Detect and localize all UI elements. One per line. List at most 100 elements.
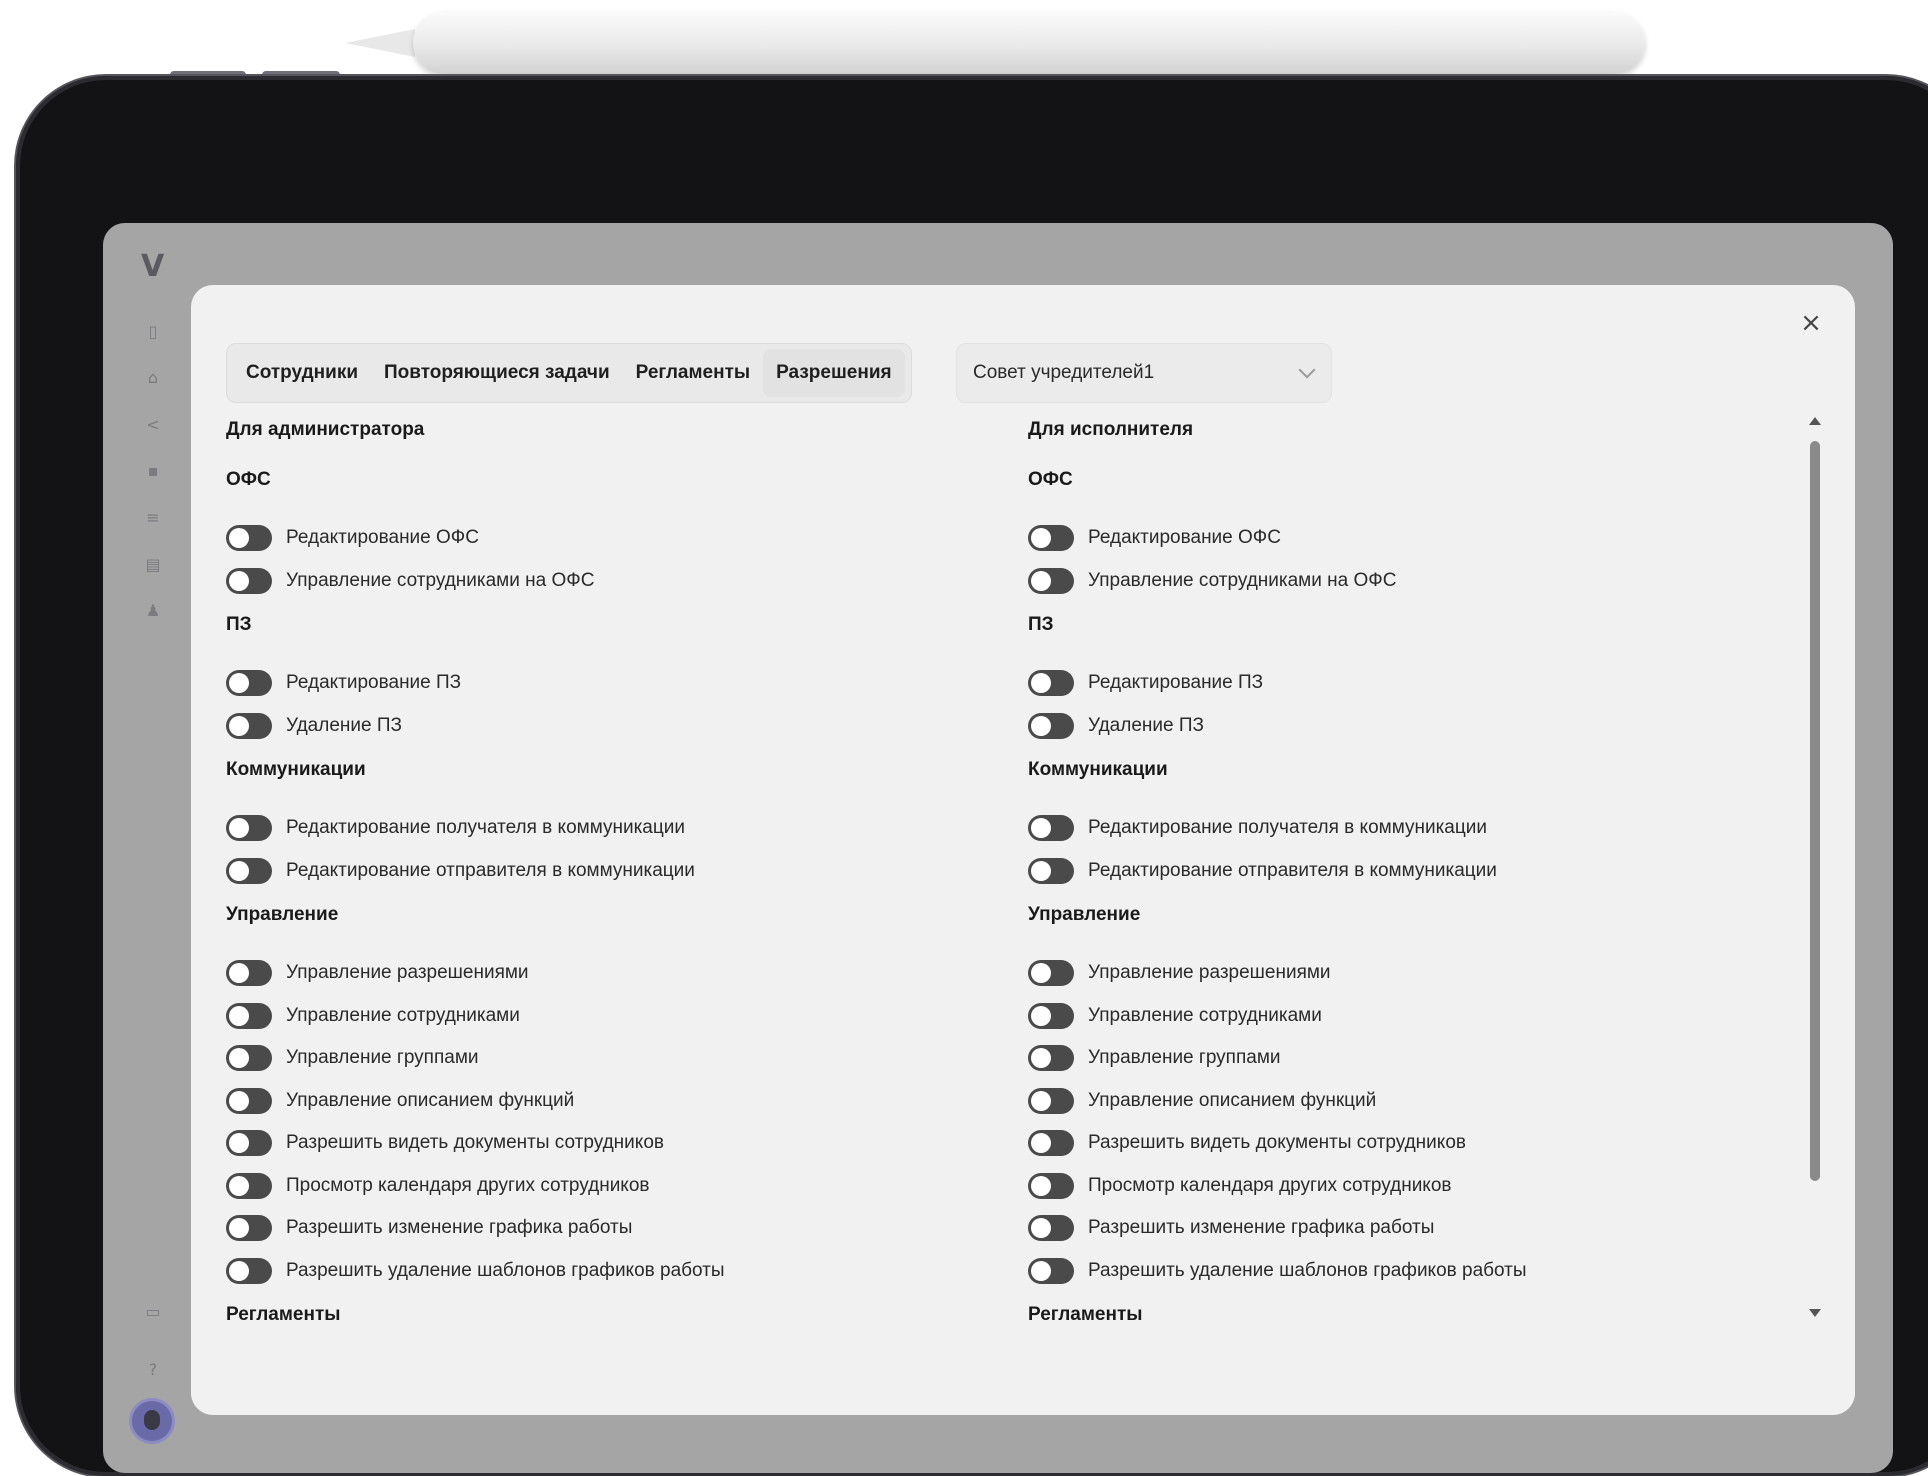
permission-toggle[interactable] — [226, 1045, 272, 1072]
permission-toggle[interactable] — [226, 1002, 272, 1029]
permission-toggle[interactable] — [1028, 1002, 1074, 1029]
section-title: Коммуникации — [226, 759, 366, 780]
scrollbar[interactable] — [1807, 417, 1821, 1317]
permission-row[interactable]: Управление сотрудниками — [1028, 995, 1778, 1038]
permission-label: Управление группами — [1088, 1047, 1281, 1069]
permission-row[interactable]: Просмотр календаря других сотрудников — [226, 1165, 976, 1208]
permission-row[interactable]: Редактирование получателя в коммуникации — [226, 807, 976, 850]
permission-row[interactable]: Управление сотрудниками — [226, 995, 976, 1038]
permission-row[interactable]: Управление сотрудниками на ОФС — [226, 560, 976, 603]
permission-toggle[interactable] — [1028, 1087, 1074, 1114]
permission-toggle[interactable] — [1028, 525, 1074, 552]
permission-toggle[interactable] — [226, 815, 272, 842]
permission-row[interactable]: Разрешить видеть документы сотрудников — [226, 1122, 976, 1165]
permission-row[interactable]: Управление разрешениями — [226, 952, 976, 995]
section-title: ПЗ — [226, 614, 252, 635]
permission-row[interactable]: Редактирование ОФС — [226, 517, 976, 560]
permission-toggle[interactable] — [226, 670, 272, 697]
permission-toggle[interactable] — [226, 525, 272, 552]
permission-label: Просмотр календаря других сотрудников — [1088, 1174, 1452, 1196]
permission-label: Управление разрешениями — [1088, 962, 1331, 984]
permission-toggle[interactable] — [1028, 1257, 1074, 1284]
permission-row[interactable]: Разрешить изменение графика работы — [226, 1207, 976, 1250]
permissions-modal: × Сотрудники Повторяющиеся задачи Реглам… — [191, 285, 1855, 1415]
permission-toggle[interactable] — [1028, 1172, 1074, 1199]
permission-row[interactable]: Управление описанием функций — [226, 1080, 976, 1123]
permission-row[interactable]: Просмотр календаря других сотрудников — [1028, 1165, 1778, 1208]
scroll-down-icon[interactable] — [1809, 1309, 1821, 1317]
close-icon[interactable]: × — [1795, 307, 1827, 339]
permission-toggle[interactable] — [1028, 1130, 1074, 1157]
permission-toggle[interactable] — [1028, 1215, 1074, 1242]
list-icon[interactable]: ≡ — [144, 509, 162, 527]
permission-toggle[interactable] — [226, 1172, 272, 1199]
permission-toggle[interactable] — [1028, 567, 1074, 594]
permission-label: Разрешить видеть документы сотрудников — [1088, 1132, 1466, 1154]
group-select-value: Совет учредителей1 — [973, 362, 1155, 383]
permission-toggle[interactable] — [1028, 712, 1074, 739]
permission-label: Управление сотрудниками на ОФС — [1088, 569, 1397, 591]
apple-pencil — [345, 12, 1645, 74]
permission-row[interactable]: Управление группами — [226, 1037, 976, 1080]
permission-label: Удаление ПЗ — [286, 714, 402, 736]
sidebar-panel-icon[interactable]: ▯ — [144, 323, 162, 341]
permission-row[interactable]: Управление разрешениями — [1028, 952, 1778, 995]
permission-row[interactable]: Управление сотрудниками на ОФС — [1028, 560, 1778, 603]
column-title: Для исполнителя — [1028, 419, 1194, 440]
permission-row[interactable]: Разрешить видеть документы сотрудников — [1028, 1122, 1778, 1165]
scroll-up-icon[interactable] — [1809, 417, 1821, 425]
section-title: Регламенты — [226, 1304, 341, 1325]
permission-row[interactable]: Разрешить удаление шаблонов графиков раб… — [1028, 1250, 1778, 1293]
permission-toggle[interactable] — [1028, 815, 1074, 842]
bag-icon[interactable]: ▭ — [144, 1303, 162, 1321]
permission-toggle[interactable] — [226, 1087, 272, 1114]
permission-toggle[interactable] — [1028, 1045, 1074, 1072]
permission-toggle[interactable] — [226, 1130, 272, 1157]
group-select[interactable]: Совет учредителей1 — [956, 343, 1332, 403]
permission-toggle[interactable] — [226, 960, 272, 987]
permission-label: Удаление ПЗ — [1088, 714, 1204, 736]
permission-toggle[interactable] — [226, 712, 272, 739]
permission-toggle[interactable] — [226, 567, 272, 594]
share-icon[interactable]: < — [144, 416, 162, 434]
help-icon[interactable]: ? — [144, 1361, 162, 1379]
permission-row[interactable]: Разрешить удаление шаблонов графиков раб… — [226, 1250, 976, 1293]
tab-regulations[interactable]: Регламенты — [623, 349, 763, 397]
pencil-body — [413, 12, 1645, 74]
permission-row[interactable]: Редактирование получателя в коммуникации — [1028, 807, 1778, 850]
permission-row[interactable]: Редактирование ПЗ — [1028, 662, 1778, 705]
permission-label: Редактирование ОФС — [1088, 527, 1281, 549]
permission-toggle[interactable] — [1028, 670, 1074, 697]
permission-toggle[interactable] — [1028, 857, 1074, 884]
chat-icon[interactable]: ▪ — [144, 462, 162, 480]
permission-label: Редактирование отправителя в коммуникаци… — [286, 859, 695, 881]
permission-label: Редактирование получателя в коммуникации — [1088, 817, 1487, 839]
permission-label: Управление сотрудниками — [1088, 1004, 1322, 1026]
tab-employees[interactable]: Сотрудники — [233, 349, 371, 397]
permission-row[interactable]: Разрешить изменение графика работы — [1028, 1207, 1778, 1250]
home-icon[interactable]: ⌂ — [144, 369, 162, 387]
users-icon[interactable]: ♟ — [144, 602, 162, 620]
permission-row[interactable]: Удаление ПЗ — [226, 705, 976, 748]
chevron-down-icon — [1298, 361, 1316, 379]
permission-label: Редактирование ПЗ — [286, 672, 462, 694]
avatar[interactable] — [129, 1398, 175, 1444]
scrollbar-thumb[interactable] — [1810, 441, 1820, 1181]
permission-row[interactable]: Управление описанием функций — [1028, 1080, 1778, 1123]
permission-row[interactable]: Управление группами — [1028, 1037, 1778, 1080]
documents-icon[interactable]: ▤ — [144, 556, 162, 574]
section-title: Управление — [226, 904, 339, 925]
tab-permissions[interactable]: Разрешения — [763, 349, 905, 397]
permission-toggle[interactable] — [1028, 960, 1074, 987]
permission-label: Редактирование ОФС — [286, 527, 479, 549]
permission-row[interactable]: Редактирование ОФС — [1028, 517, 1778, 560]
permission-toggle[interactable] — [226, 1215, 272, 1242]
permission-toggle[interactable] — [226, 1257, 272, 1284]
permission-row[interactable]: Редактирование отправителя в коммуникаци… — [1028, 850, 1778, 893]
permission-row[interactable]: Редактирование отправителя в коммуникаци… — [226, 850, 976, 893]
permission-row[interactable]: Удаление ПЗ — [1028, 705, 1778, 748]
tab-recurring-tasks[interactable]: Повторяющиеся задачи — [371, 349, 623, 397]
permission-toggle[interactable] — [226, 857, 272, 884]
column-title: Для администратора — [226, 419, 425, 440]
permission-row[interactable]: Редактирование ПЗ — [226, 662, 976, 705]
